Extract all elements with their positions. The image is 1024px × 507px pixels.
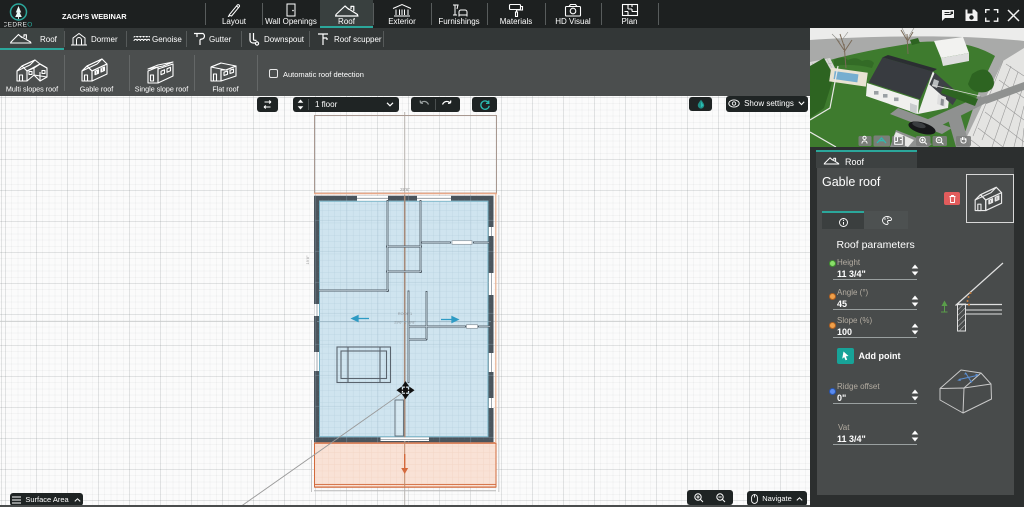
svg-text:CEDREO: CEDREO — [4, 22, 33, 29]
svg-text:29'6" X 19'8": 29'6" X 19'8" — [394, 321, 416, 325]
svg-text:ROOF 1: ROOF 1 — [398, 312, 412, 316]
svg-text:19'8": 19'8" — [305, 255, 310, 264]
svg-text:29'6": 29'6" — [400, 187, 410, 192]
